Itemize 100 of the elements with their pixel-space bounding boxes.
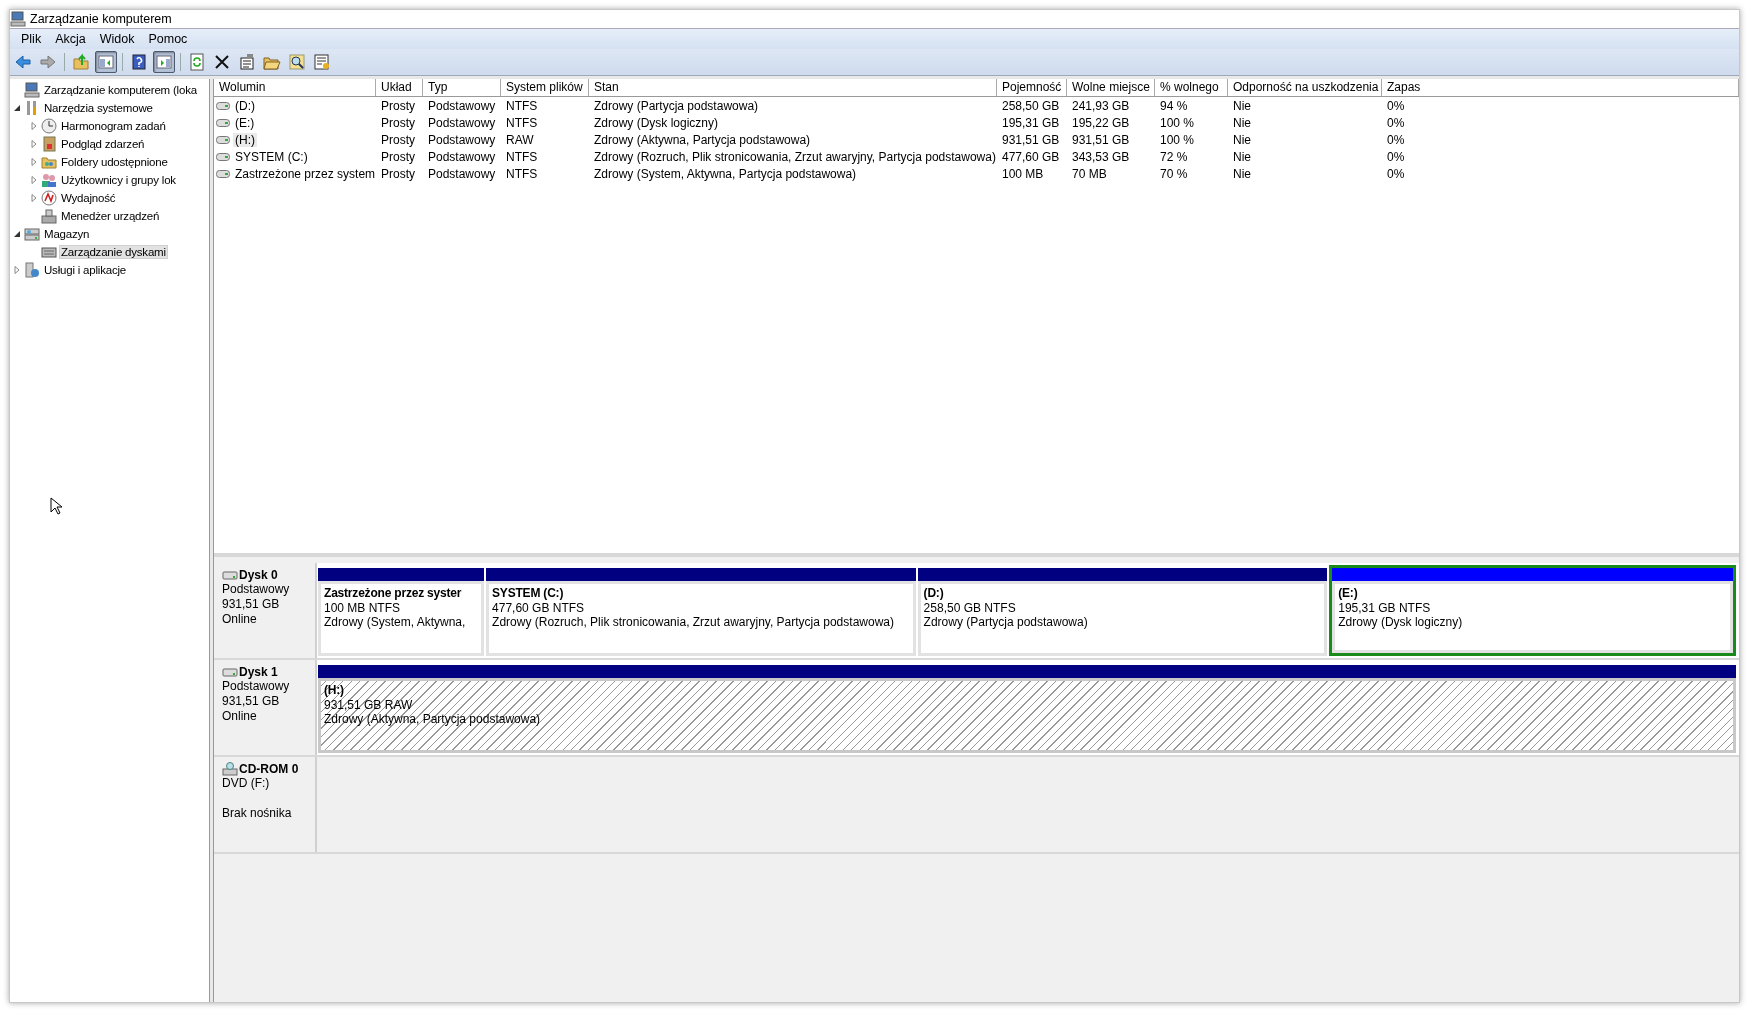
tree-item[interactable]: Usługi i aplikacje [43,264,128,276]
table-cell[interactable]: SYSTEM (C:) [233,149,310,164]
tree-item[interactable]: Foldery udostępnione [60,156,169,168]
partition-name: (E:) [1338,586,1359,601]
table-cell[interactable]: (H:) [233,132,257,147]
menu-item[interactable]: Pomoc [141,32,195,46]
tree-item[interactable]: Podgląd zdarzeń [60,138,146,150]
table-cell-text: NTFS [505,149,539,164]
partition-name: SYSTEM (C:) [492,586,565,601]
expand-arrow-icon[interactable] [30,194,38,202]
disk-name: Dysk 0 [239,568,278,582]
disk-detail: DVD (F:) [222,776,271,791]
table-cell-text: Prosty [380,149,416,164]
table-cell-text: NTFS [505,115,539,130]
table-cell-text: NTFS [505,98,539,113]
collapse-arrow-icon[interactable] [13,104,21,112]
table-cell-text: 100 % [1159,132,1196,147]
table-cell-text: 0% [1386,166,1406,181]
tree-item[interactable]: Narzędzia systemowe [43,102,154,114]
table-cell-text: 0% [1386,115,1406,130]
table-cell-text: 258,50 GB [1001,98,1061,113]
disk-drive-icon [41,244,57,260]
mouse-pointer-icon [50,497,62,515]
table-cell[interactable]: (D:) [233,98,257,113]
partition-status: Zdrowy (Aktywna, Partycja podstawowa) [324,712,541,726]
partition-status: Zdrowy (Partycja podstawowa) [923,615,1088,629]
tree-item[interactable]: Magazyn [43,228,91,240]
table-cell-text: Nie [1232,166,1252,181]
partition-size: 100 MB NTFS [324,601,401,615]
partition-status: Zdrowy (System, Aktywna, [324,615,466,629]
table-cell-text: Podstawowy [427,132,497,147]
partition-name: Zastrzeżone przez syster [324,586,463,601]
drive-icon [216,118,230,127]
drive-icon [216,101,230,110]
drive-icon [216,169,230,178]
tree-item[interactable]: Harmonogram zadań [60,120,167,132]
table-cell-text: Zdrowy (Dysk logiczny) [593,115,720,130]
disk-name: CD-ROM 0 [239,762,299,776]
partition-status: Zdrowy (Dysk logiczny) [1338,615,1463,629]
table-cell-text: Zdrowy (System, Aktywna, Partycja podstawowa) [593,166,858,181]
menu-item[interactable]: Widok [92,32,142,46]
table-cell-text: Zdrowy (Partycja podstawowa) [593,98,760,113]
tree-item[interactable]: Zarządzanie komputerem (loka [43,84,198,96]
partition-block[interactable]: (H:) 931,51 GB RAW Zdrowy (Aktywna, Partycja podstawowa) [318,678,1736,753]
disk-detail: Online [222,612,258,627]
partition-block[interactable]: Zastrzeżone przez syster 100 MB NTFS Zdrowy (System, Aktywna, [318,581,485,656]
table-cell-text: NTFS [505,166,539,181]
table-cell-text: 195,31 GB [1001,115,1061,130]
partition-name: (D:) [923,586,945,601]
partition-block[interactable]: (D:) 258,50 GB NTFS Zdrowy (Partycja podstawowa) [917,581,1328,656]
pane-button[interactable] [153,51,175,73]
table-cell-text: Nie [1232,132,1252,147]
table-cell-text: Podstawowy [427,166,497,181]
search-button[interactable] [286,51,308,73]
table-cell[interactable]: (E:) [233,115,257,130]
table-cell[interactable]: Zastrzeżone przez system [233,166,378,181]
tree-item[interactable]: Zarządzanie dyskami [60,246,167,258]
clock-icon [41,118,57,134]
table-cell-text: Zdrowy (Rozruch, Plik stronicowania, Zrzut awaryjny, Partycja podstawowa) [593,149,997,164]
expand-arrow-icon[interactable] [30,140,38,148]
partition-block[interactable]: SYSTEM (C:) 477,60 GB NTFS Zdrowy (Rozruch, Plik stronicowania, Zrzut awaryjny, Partycja podstawowa) [486,581,916,656]
table-cell-text: Prosty [380,115,416,130]
tree-button[interactable] [95,51,117,73]
table-cell-text: Podstawowy [427,115,497,130]
disk-detail: 931,51 GB [222,694,281,709]
expand-arrow-icon[interactable] [13,266,21,274]
disk-detail: Brak nośnika [222,806,293,821]
table-cell-text: Podstawowy [427,149,497,164]
table-cell-text: Podstawowy [427,98,497,113]
services-icon [24,262,40,278]
menu-item[interactable]: Akcja [48,32,93,46]
expand-arrow-icon[interactable] [30,158,38,166]
expand-arrow-icon[interactable] [30,176,38,184]
table-cell-text: 94 % [1159,98,1189,113]
table-cell-text: 195,22 GB [1071,115,1131,130]
table-cell-text: 0% [1386,98,1406,113]
collapse-arrow-icon[interactable] [13,230,21,238]
table-cell-text: 100 MB [1001,166,1045,181]
computer-icon [24,82,40,98]
partition-name: (H:) [324,683,345,698]
table-cell-text: 0% [1386,132,1406,147]
table-cell-text: Prosty [380,98,416,113]
expand-arrow-icon[interactable] [30,122,38,130]
drive-icon [216,135,230,144]
table-cell-text: RAW [505,132,535,147]
computer-icon [10,11,26,27]
menu-item[interactable]: Plik [14,32,49,46]
partition-block[interactable]: (E:) 195,31 GB NTFS Zdrowy (Dysk logiczny) [1332,581,1733,653]
drive-icon [216,152,230,161]
partition-size: 258,50 GB NTFS [923,601,1016,615]
table-cell-text: Nie [1232,115,1252,130]
partition-size: 195,31 GB NTFS [1338,601,1431,615]
tree-item[interactable]: Użytkownicy i grupy lok [60,174,177,186]
table-cell-text: 343,53 GB [1071,149,1131,164]
log-icon [41,136,57,152]
storage-icon [24,226,40,242]
table-cell-text: 477,60 GB [1001,149,1061,164]
tree-item[interactable]: Menedżer urządzeń [60,210,161,222]
disk-detail: Online [222,709,258,724]
tree-item[interactable]: Wydajność [60,192,117,204]
